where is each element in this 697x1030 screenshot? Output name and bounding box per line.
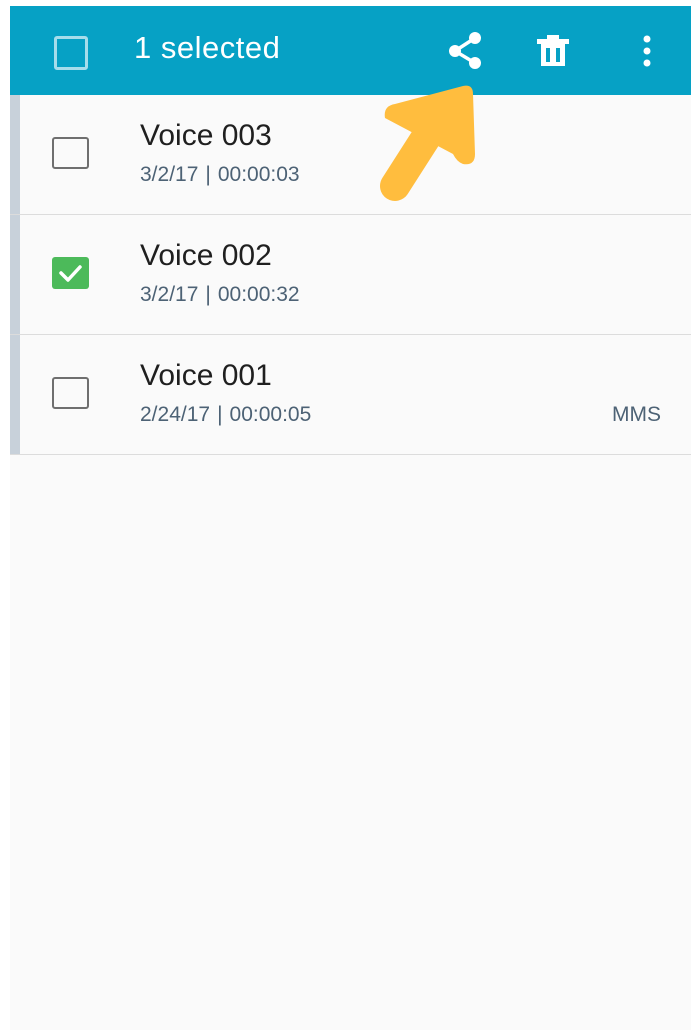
share-icon bbox=[449, 32, 481, 69]
recording-checkbox[interactable] bbox=[52, 137, 89, 169]
trash-icon bbox=[537, 35, 569, 66]
voice-recorder-screen: 1 selected Voice 003 3/2/17 | 00:00:03 V… bbox=[10, 6, 691, 1030]
arrow-pointer-icon bbox=[380, 85, 475, 201]
selection-toolbar: 1 selected bbox=[10, 6, 691, 95]
tutorial-arrow-annotation bbox=[365, 82, 485, 214]
recording-list: Voice 003 3/2/17 | 00:00:03 Voice 002 3/2/… bbox=[10, 95, 691, 455]
share-button[interactable] bbox=[442, 28, 488, 74]
more-options-button[interactable] bbox=[624, 28, 670, 74]
recording-checkbox[interactable] bbox=[52, 377, 89, 409]
select-all-checkbox[interactable] bbox=[54, 36, 88, 70]
recording-checkbox-checked[interactable] bbox=[52, 257, 89, 289]
more-vert-icon bbox=[643, 35, 651, 67]
row-accent-bar bbox=[10, 335, 20, 454]
recording-row[interactable]: Voice 001 2/24/17 | 00:00:05 MMS bbox=[10, 335, 691, 455]
recording-meta: 2/24/17 | 00:00:05 bbox=[140, 403, 311, 427]
meta-separator: | bbox=[205, 283, 211, 306]
row-accent-bar bbox=[10, 95, 20, 214]
recording-date: 3/2/17 bbox=[140, 163, 199, 186]
recording-meta: 3/2/17 | 00:00:03 bbox=[140, 163, 300, 187]
meta-separator: | bbox=[217, 403, 223, 426]
recording-duration: 00:00:32 bbox=[217, 283, 300, 306]
recording-name: Voice 003 bbox=[140, 119, 272, 152]
delete-button[interactable] bbox=[530, 28, 576, 74]
recording-date: 3/2/17 bbox=[140, 283, 199, 306]
recording-meta: 3/2/17 | 00:00:32 bbox=[140, 283, 300, 307]
selected-count-label: 1 selected bbox=[134, 30, 281, 65]
recording-duration: 00:00:03 bbox=[217, 163, 300, 186]
row-accent-bar bbox=[10, 215, 20, 334]
meta-separator: | bbox=[205, 163, 211, 186]
recording-row[interactable]: Voice 002 3/2/17 | 00:00:32 bbox=[10, 215, 691, 335]
recording-tag: MMS bbox=[612, 403, 661, 426]
recording-duration: 00:00:05 bbox=[229, 403, 312, 426]
recording-name: Voice 001 bbox=[140, 359, 272, 392]
recording-date: 2/24/17 bbox=[140, 403, 211, 426]
checkmark-icon bbox=[59, 265, 82, 282]
recording-name: Voice 002 bbox=[140, 239, 272, 272]
recording-row[interactable]: Voice 003 3/2/17 | 00:00:03 bbox=[10, 95, 691, 215]
